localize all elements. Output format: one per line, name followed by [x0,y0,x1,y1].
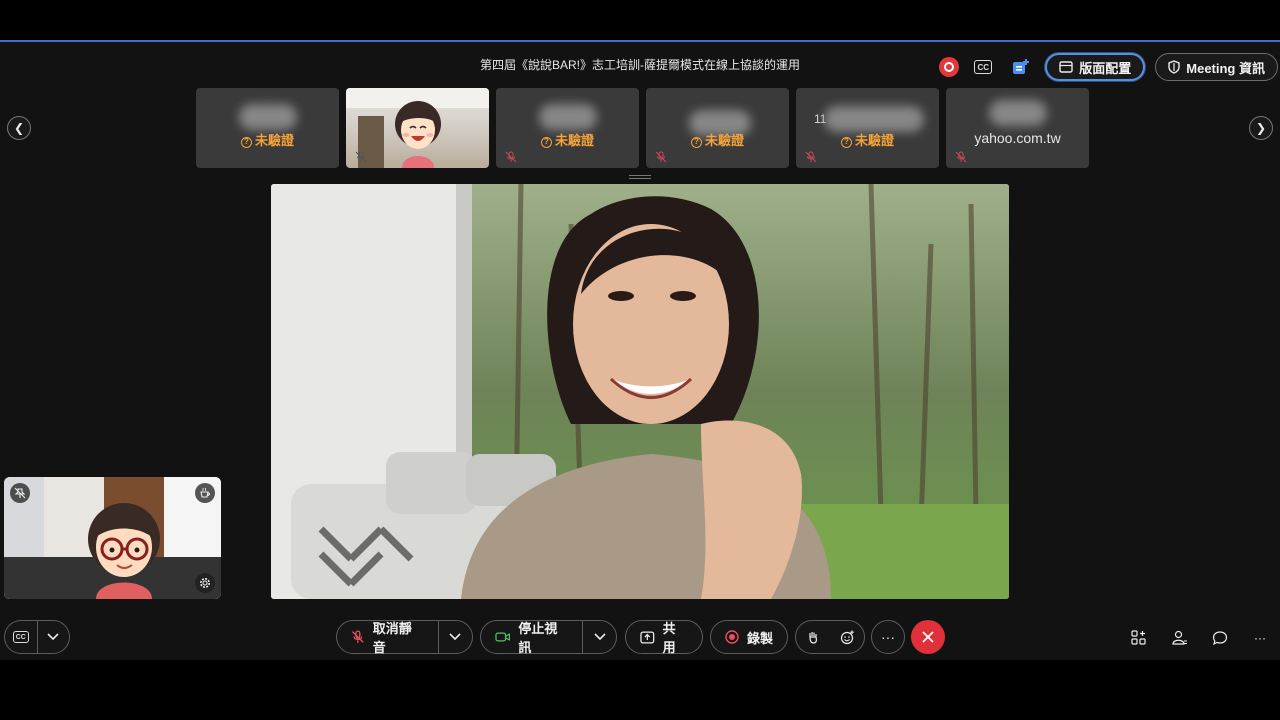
share-icon [640,631,655,643]
microphone-muted-icon [955,151,967,163]
chat-panel-button[interactable] [1210,628,1230,648]
record-button[interactable]: 錄製 [711,621,787,653]
audio-options-button[interactable] [439,621,472,653]
question-icon: ? [840,137,852,148]
microphone-muted-icon [805,151,817,163]
blurred-name [824,106,924,132]
more-options-button[interactable]: ··· [871,620,905,654]
more-panels-button[interactable]: ··· [1250,628,1270,648]
resize-handle[interactable] [629,175,651,179]
more-icon: ··· [1254,631,1266,645]
record-control: 錄製 [710,620,788,654]
reactions-icon [840,630,854,644]
captions-button[interactable]: CC [969,53,997,81]
apps-icon [1013,59,1030,74]
captions-control: CC [4,620,70,654]
filmstrip-next-button[interactable]: ❯ [1249,116,1273,140]
layout-icon [1059,61,1073,73]
shield-icon [1168,60,1180,74]
chat-icon [1212,631,1228,646]
filmstrip-prev-button[interactable]: ❮ [7,116,31,140]
video-options-button[interactable] [583,621,616,653]
unverified-badge: ? 未驗證 [496,130,639,149]
microphone-muted-icon [355,151,367,163]
chevron-left-icon: ❮ [13,121,25,135]
chevron-down-icon [449,633,461,641]
participants-panel-button[interactable] [1170,628,1190,648]
raise-hand-button[interactable] [796,621,830,653]
participants-icon [1172,630,1187,645]
participant-email: yahoo.com.tw [974,130,1061,146]
unverified-badge: ? 未驗證 [796,130,939,149]
layout-button[interactable]: 版面配置 [1045,53,1146,81]
self-view-video [4,477,221,599]
coffee-icon [200,487,211,498]
active-speaker-video[interactable] [271,184,1009,599]
meeting-controls: CC 取消靜音 停止視訊 共用 錄製 ··· ··· [0,620,1280,655]
apps-grid-icon [1131,630,1146,645]
close-icon [922,631,934,643]
apps-panel-button[interactable] [1129,628,1149,648]
captions-options-button[interactable] [37,621,69,653]
captions-icon: CC [974,60,993,74]
question-icon: ? [690,137,702,148]
unmute-button[interactable]: 取消靜音 [337,621,438,655]
question-icon: ? [540,137,552,148]
blurred-name [239,104,297,130]
participant-tile[interactable]: yahoo.com.tw [946,88,1089,168]
unverified-badge: ? 未驗證 [646,130,789,149]
pin-off-icon [14,487,26,499]
unverified-badge: ? 未驗證 [196,130,339,149]
share-label: 共用 [662,621,676,655]
leave-meeting-button[interactable] [911,620,945,654]
chevron-down-icon [47,633,59,641]
participant-tile[interactable]: 11 ? 未驗證 [796,88,939,168]
top-actions: CC 版面配置 Meeting 資訊 [939,51,1280,83]
chevron-down-icon [594,633,606,641]
reactions-button[interactable] [830,621,864,653]
captions-toggle-button[interactable]: CC [5,621,37,653]
gear-icon [200,578,210,588]
self-view-settings-button[interactable] [195,573,215,593]
participant-tile[interactable]: ? 未驗證 [196,88,339,168]
meeting-window: 第四屆《說說BAR!》志工培訓-薩提爾模式在線上協談的運用 CC 版面配置 Me… [0,40,1280,660]
share-button[interactable]: 共用 [626,621,702,655]
blurred-name [989,100,1047,126]
meeting-info-button[interactable]: Meeting 資訊 [1155,53,1278,81]
record-icon [725,630,739,644]
participant-filmstrip: ? 未驗證 ? 未驗證 ? 未驗證 11 ? 未驗證 yahoo.com.tw [196,88,1089,168]
unpin-button[interactable] [10,483,30,503]
apps-button[interactable] [1007,53,1035,81]
question-icon: ? [240,137,252,148]
camera-icon [495,632,510,642]
participant-tile[interactable]: ? 未驗證 [646,88,789,168]
microphone-muted-icon [655,151,667,163]
stop-video-label: 停止視訊 [518,621,558,655]
record-label: 錄製 [747,630,774,646]
share-control: 共用 [625,620,703,655]
raise-hand-icon [809,632,817,644]
microphone-muted-icon [352,630,364,643]
participant-avatar [346,88,489,168]
meeting-info-label: Meeting 資訊 [1186,60,1265,76]
unmute-label: 取消靜音 [372,621,412,655]
self-view[interactable] [4,477,221,599]
microphone-muted-icon [505,151,517,163]
break-button[interactable] [195,483,215,503]
audio-control: 取消靜音 [336,620,473,655]
recording-indicator-icon[interactable] [939,57,960,77]
layout-label: 版面配置 [1079,60,1132,76]
video-control: 停止視訊 [480,620,617,655]
chevron-right-icon: ❯ [1255,121,1267,135]
blurred-name [539,104,597,130]
reactions-control [795,620,865,654]
stop-video-button[interactable]: 停止視訊 [481,621,582,655]
participant-tile-video[interactable] [346,88,489,168]
more-icon: ··· [881,629,895,645]
captions-icon: CC [12,631,29,643]
speaker-video-frame [271,184,1009,599]
participant-tile[interactable]: ? 未驗證 [496,88,639,168]
